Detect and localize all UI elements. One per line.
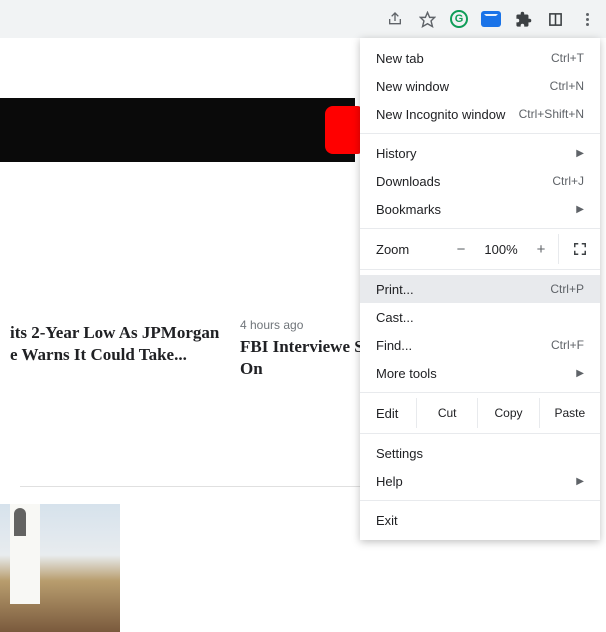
mail-extension-icon[interactable] — [480, 8, 502, 30]
menu-settings[interactable]: Settings — [360, 439, 600, 467]
chevron-right-icon: ▶ — [576, 368, 584, 379]
menu-print[interactable]: Print... Ctrl+P — [360, 275, 600, 303]
chrome-main-menu: New tab Ctrl+T New window Ctrl+N New Incog… — [360, 38, 600, 540]
grammarly-extension-icon[interactable]: G — [448, 8, 470, 30]
menu-label: New Incognito window — [376, 107, 505, 122]
menu-label: New tab — [376, 51, 424, 66]
menu-new-window[interactable]: New window Ctrl+N — [360, 72, 600, 100]
headline-title: its 2-Year Low As JPMorgan e Warns It Co… — [10, 322, 220, 366]
menu-help[interactable]: Help ▶ — [360, 467, 600, 495]
menu-find[interactable]: Find... Ctrl+F — [360, 331, 600, 359]
menu-shortcut: Ctrl+J — [552, 174, 584, 188]
menu-separator — [360, 269, 600, 270]
headline-card[interactable]: its 2-Year Low As JPMorgan e Warns It Co… — [0, 318, 230, 380]
menu-more-tools[interactable]: More tools ▶ — [360, 359, 600, 387]
site-header-bar — [0, 98, 355, 162]
menu-separator — [360, 392, 600, 393]
zoom-out-button[interactable]: − — [444, 241, 478, 258]
menu-label: Print... — [376, 282, 414, 297]
menu-shortcut: Ctrl+Shift+N — [519, 107, 584, 121]
menu-zoom-row: Zoom − 100% + — [360, 234, 600, 264]
paste-button[interactable]: Paste — [539, 398, 600, 428]
menu-label: Exit — [376, 513, 398, 528]
share-icon[interactable] — [384, 8, 406, 30]
menu-label: Bookmarks — [376, 202, 441, 217]
chevron-right-icon: ▶ — [576, 476, 584, 487]
bookmark-star-icon[interactable] — [416, 8, 438, 30]
menu-shortcut: Ctrl+T — [551, 51, 584, 65]
menu-exit[interactable]: Exit — [360, 506, 600, 534]
menu-shortcut: Ctrl+N — [550, 79, 584, 93]
menu-label: More tools — [376, 366, 437, 381]
zoom-in-button[interactable]: + — [524, 241, 558, 258]
copy-button[interactable]: Copy — [477, 398, 538, 428]
chevron-right-icon: ▶ — [576, 148, 584, 159]
menu-separator — [360, 133, 600, 134]
menu-label: Cast... — [376, 310, 414, 325]
menu-label: History — [376, 146, 416, 161]
browser-toolbar: G — [0, 0, 606, 38]
zoom-label: Zoom — [376, 242, 444, 257]
menu-bookmarks[interactable]: Bookmarks ▶ — [360, 195, 600, 223]
menu-shortcut: Ctrl+P — [550, 282, 584, 296]
edit-label: Edit — [376, 406, 416, 421]
menu-separator — [360, 500, 600, 501]
extensions-puzzle-icon[interactable] — [512, 8, 534, 30]
menu-edit-row: Edit Cut Copy Paste — [360, 398, 600, 428]
menu-downloads[interactable]: Downloads Ctrl+J — [360, 167, 600, 195]
chevron-right-icon: ▶ — [576, 204, 584, 215]
chrome-menu-button[interactable] — [576, 8, 598, 30]
menu-label: Settings — [376, 446, 423, 461]
menu-label: New window — [376, 79, 449, 94]
article-thumbnail[interactable] — [0, 504, 120, 632]
menu-incognito[interactable]: New Incognito window Ctrl+Shift+N — [360, 100, 600, 128]
menu-label: Find... — [376, 338, 412, 353]
reading-list-icon[interactable] — [544, 8, 566, 30]
menu-separator — [360, 228, 600, 229]
menu-label: Help — [376, 474, 403, 489]
menu-label: Downloads — [376, 174, 440, 189]
menu-history[interactable]: History ▶ — [360, 139, 600, 167]
menu-new-tab[interactable]: New tab Ctrl+T — [360, 44, 600, 72]
menu-shortcut: Ctrl+F — [551, 338, 584, 352]
menu-separator — [360, 433, 600, 434]
cut-button[interactable]: Cut — [416, 398, 477, 428]
zoom-value: 100% — [478, 242, 524, 257]
fullscreen-button[interactable] — [558, 234, 600, 264]
menu-cast[interactable]: Cast... — [360, 303, 600, 331]
